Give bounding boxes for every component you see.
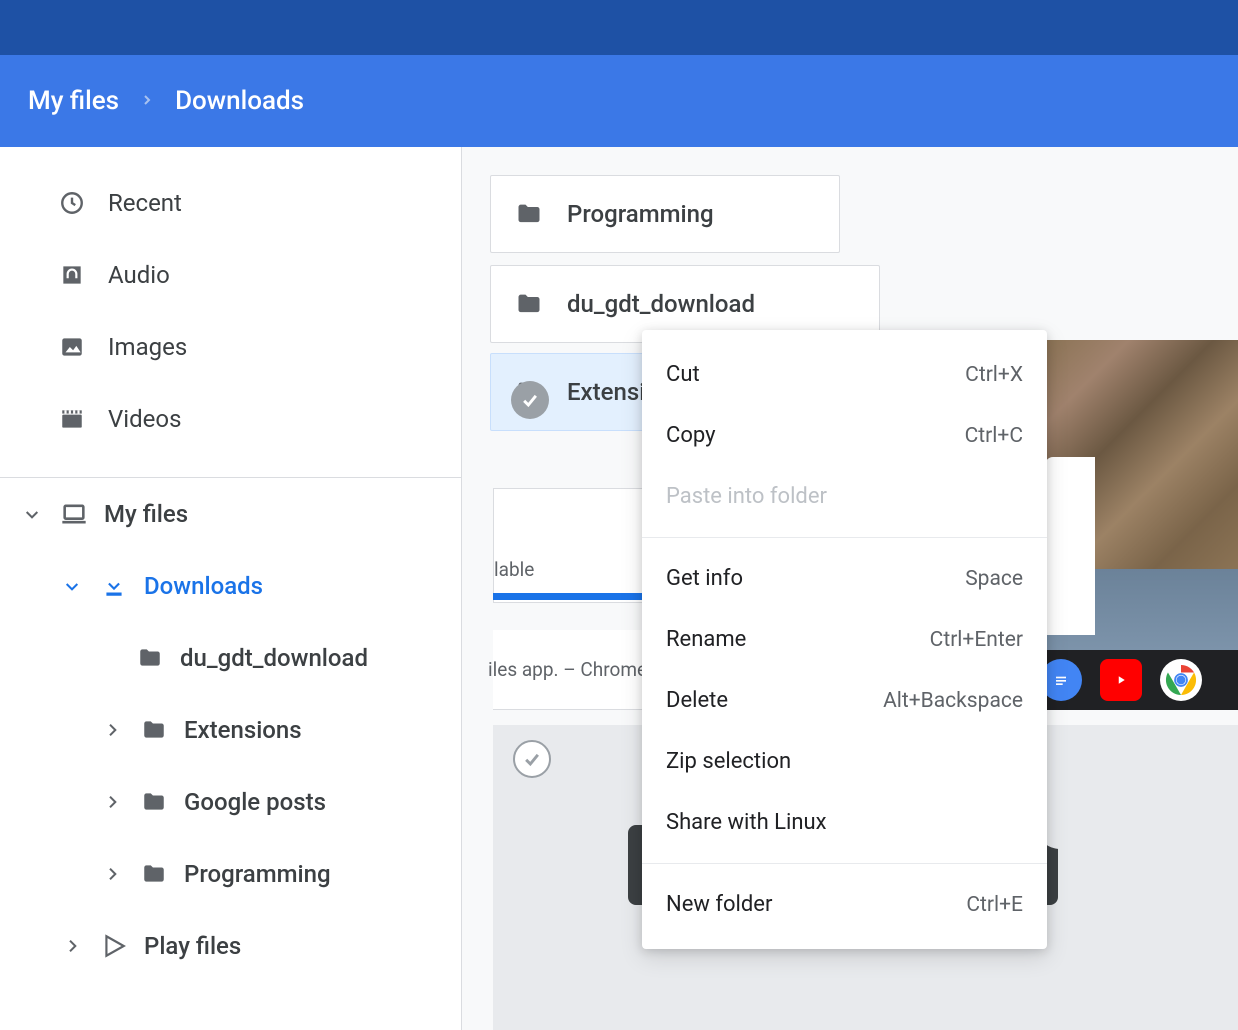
- download-icon: [100, 572, 128, 600]
- sidebar-item-images[interactable]: Images: [0, 311, 461, 383]
- chevron-right-icon: [60, 938, 84, 954]
- menu-label: Paste into folder: [666, 484, 827, 509]
- tree-item-du-gdt-download[interactable]: du_gdt_download: [0, 622, 461, 694]
- menu-item-cut[interactable]: Cut Ctrl+X: [642, 344, 1047, 405]
- image-icon: [58, 333, 86, 361]
- folder-grid: Programming du_gdt_download: [490, 175, 1238, 343]
- menu-shortcut: Space: [965, 567, 1023, 591]
- tree-label: Downloads: [144, 572, 263, 600]
- menu-item-paste: Paste into folder: [642, 466, 1047, 527]
- tree-item-my-files[interactable]: My files: [0, 478, 461, 550]
- video-icon: [58, 405, 86, 433]
- breadcrumb-root[interactable]: My files: [28, 86, 119, 116]
- chevron-right-icon: [100, 722, 124, 738]
- sidebar-item-recent[interactable]: Recent: [0, 167, 461, 239]
- menu-shortcut: Ctrl+Enter: [930, 628, 1023, 652]
- tree-item-downloads[interactable]: Downloads: [0, 550, 461, 622]
- tree-item-extensions[interactable]: Extensions: [0, 694, 461, 766]
- check-icon: [513, 740, 551, 778]
- sidebar: Recent Audio Images Videos: [0, 147, 462, 1030]
- menu-item-new-folder[interactable]: New folder Ctrl+E: [642, 874, 1047, 935]
- preview-overlay: [1045, 457, 1095, 635]
- chrome-icon[interactable]: [1160, 659, 1202, 701]
- folder-label: Programming: [567, 200, 714, 228]
- menu-label: Zip selection: [666, 749, 791, 774]
- clock-icon: [58, 189, 86, 217]
- breadcrumb: My files Downloads: [28, 86, 304, 116]
- menu-shortcut: Ctrl+C: [965, 424, 1023, 448]
- chevron-right-icon: [100, 866, 124, 882]
- folder-icon: [140, 788, 168, 816]
- sidebar-label: Images: [108, 333, 187, 361]
- folder-icon: [136, 644, 164, 672]
- folder-icon: [515, 200, 543, 228]
- menu-divider: [642, 863, 1047, 864]
- menu-label: New folder: [666, 892, 772, 917]
- headphones-icon: [58, 261, 86, 289]
- sidebar-tree-section: My files Downloads du_gdt_download: [0, 478, 461, 982]
- youtube-icon[interactable]: [1100, 659, 1142, 701]
- context-menu: Cut Ctrl+X Copy Ctrl+C Paste into folder…: [642, 330, 1047, 949]
- menu-shortcut: Alt+Backspace: [883, 689, 1023, 713]
- chevron-down-icon: [60, 581, 84, 591]
- sidebar-item-videos[interactable]: Videos: [0, 383, 461, 455]
- window-title-bar: [0, 0, 1238, 55]
- sidebar-label: Videos: [108, 405, 181, 433]
- partial-card-2: [493, 488, 643, 603]
- folder-card-programming[interactable]: Programming: [490, 175, 840, 253]
- sidebar-label: Recent: [108, 189, 182, 217]
- menu-item-copy[interactable]: Copy Ctrl+C: [642, 405, 1047, 466]
- laptop-icon: [60, 500, 88, 528]
- menu-item-get-info[interactable]: Get info Space: [642, 548, 1047, 609]
- tree-label: Extensions: [184, 716, 302, 744]
- sidebar-quick-section: Recent Audio Images Videos: [0, 147, 461, 478]
- menu-label: Delete: [666, 688, 728, 713]
- tree-label: My files: [104, 500, 188, 528]
- sidebar-label: Audio: [108, 261, 170, 289]
- folder-label: du_gdt_download: [567, 290, 755, 318]
- menu-label: Share with Linux: [666, 810, 827, 835]
- tree-label: du_gdt_download: [180, 644, 368, 672]
- menu-shortcut: Ctrl+E: [966, 893, 1023, 917]
- menu-shortcut: Ctrl+X: [965, 363, 1023, 387]
- tree-label: Programming: [184, 860, 331, 888]
- folder-icon: [515, 290, 543, 318]
- chevron-right-icon: [100, 794, 124, 810]
- menu-item-share-linux[interactable]: Share with Linux: [642, 792, 1047, 853]
- menu-item-zip[interactable]: Zip selection: [642, 731, 1047, 792]
- chevron-right-icon: [139, 89, 155, 113]
- partial-text-lable: lable: [494, 558, 534, 581]
- taskbar: [1030, 650, 1238, 710]
- check-icon: [511, 381, 549, 419]
- play-store-icon: [100, 932, 128, 960]
- partial-underline: [493, 593, 643, 600]
- breadcrumb-bar: My files Downloads: [0, 55, 1238, 147]
- menu-divider: [642, 537, 1047, 538]
- folder-icon: [140, 716, 168, 744]
- menu-label: Get info: [666, 566, 743, 591]
- menu-label: Cut: [666, 362, 700, 387]
- menu-item-delete[interactable]: Delete Alt+Backspace: [642, 670, 1047, 731]
- folder-icon: [140, 860, 168, 888]
- tree-label: Play files: [144, 932, 241, 960]
- menu-item-rename[interactable]: Rename Ctrl+Enter: [642, 609, 1047, 670]
- tree-item-programming[interactable]: Programming: [0, 838, 461, 910]
- breadcrumb-current[interactable]: Downloads: [175, 86, 304, 116]
- menu-label: Rename: [666, 627, 746, 652]
- chevron-down-icon: [20, 509, 44, 519]
- menu-label: Copy: [666, 423, 716, 448]
- tree-item-google-posts[interactable]: Google posts: [0, 766, 461, 838]
- tree-item-play-files[interactable]: Play files: [0, 910, 461, 982]
- tree-label: Google posts: [184, 788, 326, 816]
- sidebar-item-audio[interactable]: Audio: [0, 239, 461, 311]
